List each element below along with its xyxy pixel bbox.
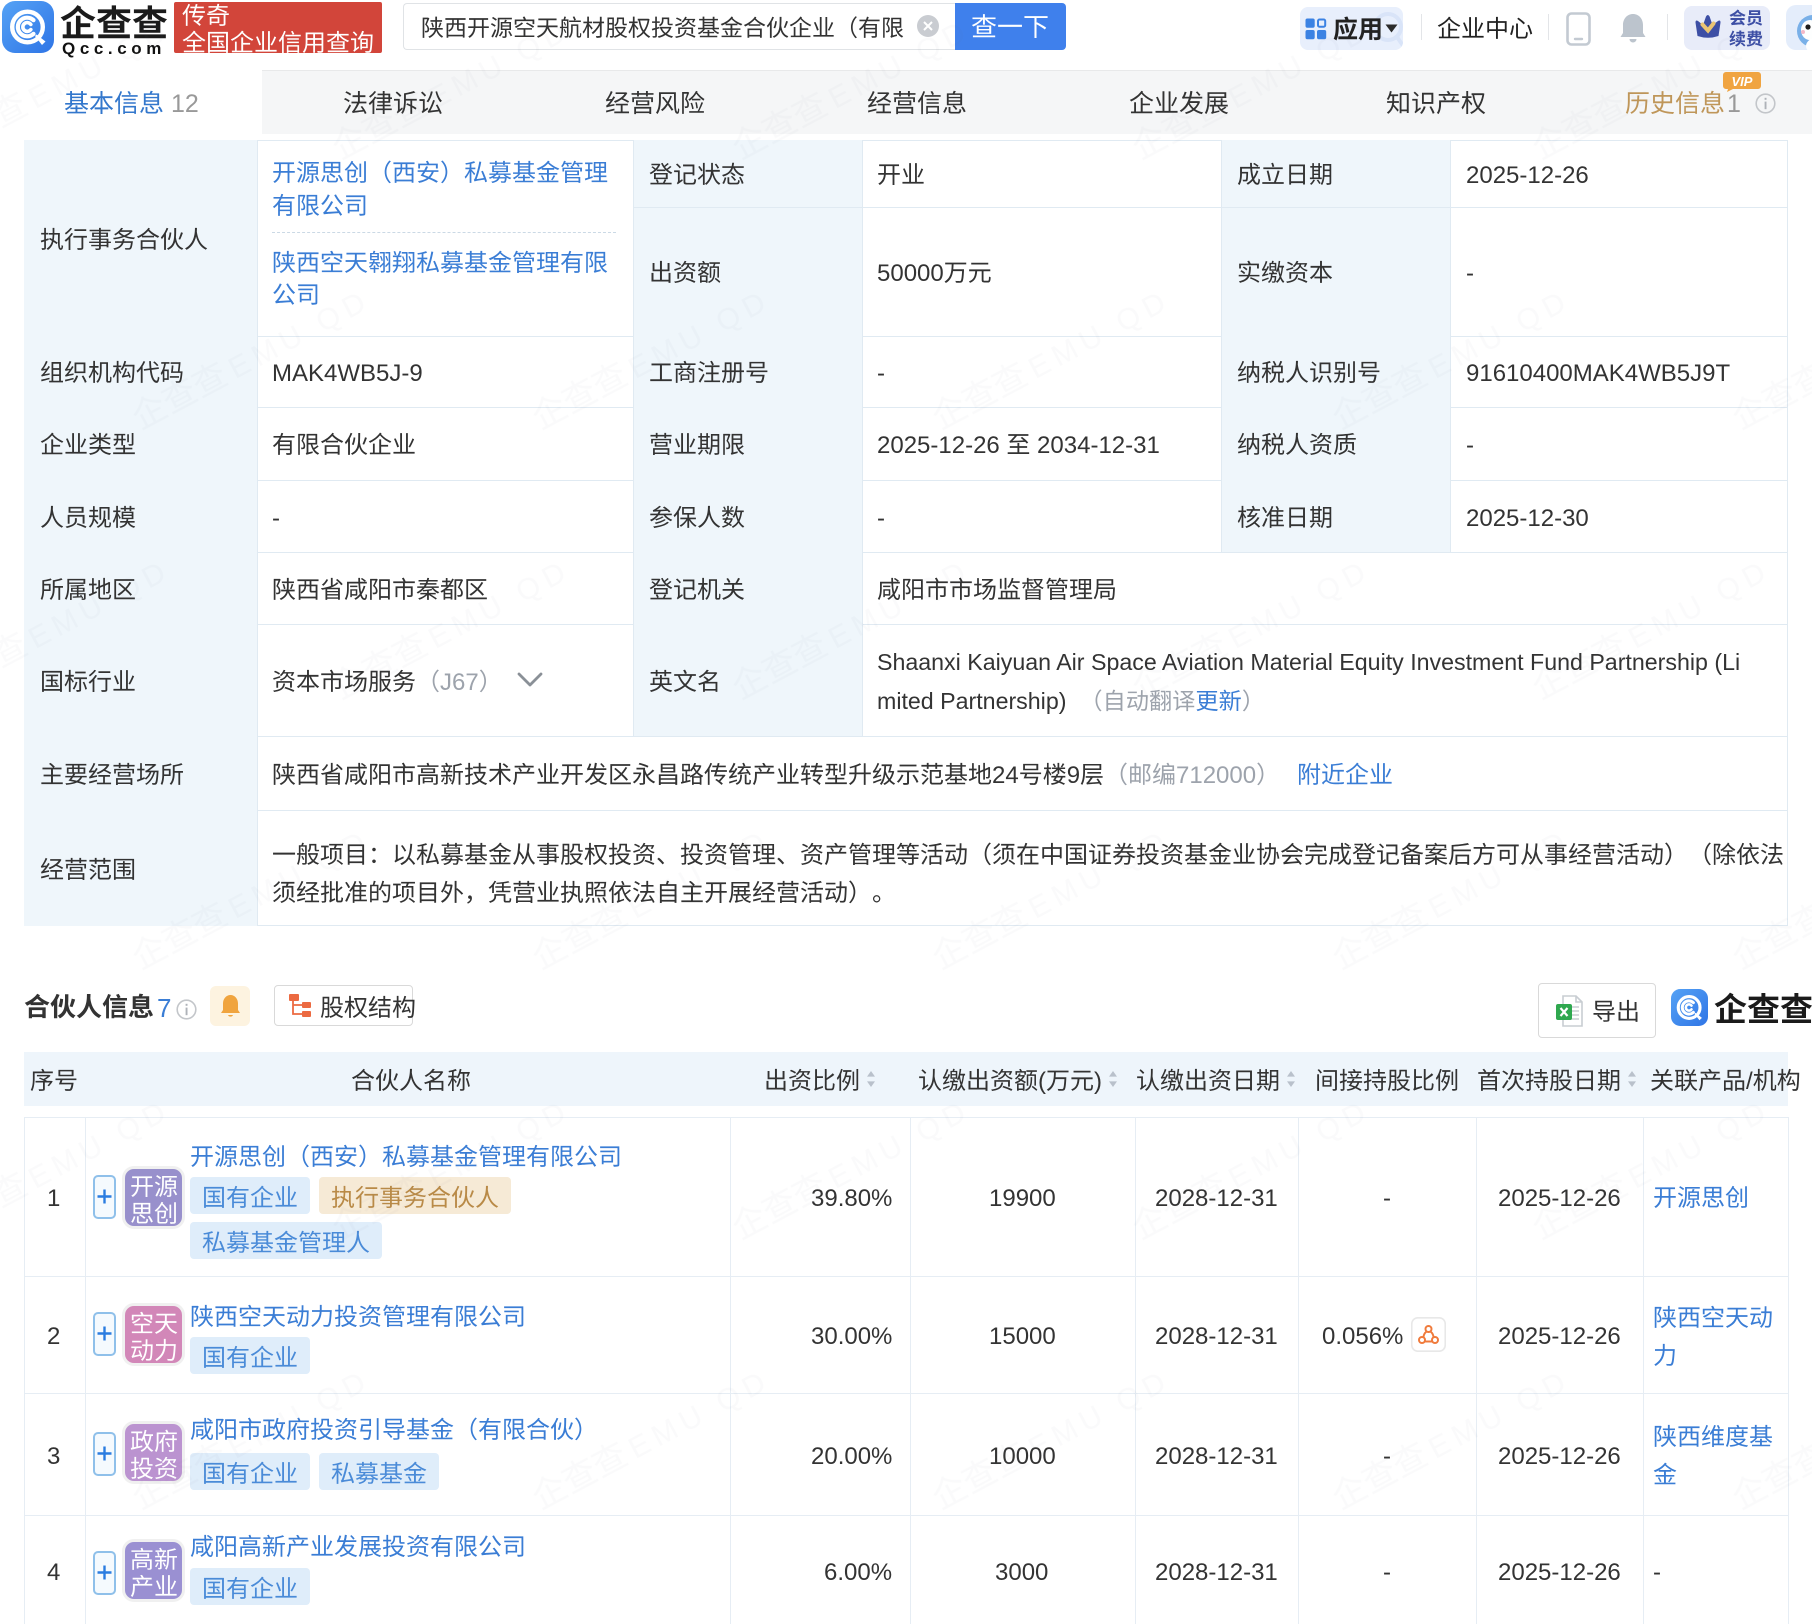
svg-text:EMU QD: EMU QD — [1023, 1363, 1176, 1465]
svg-text:19900: 19900 — [989, 1185, 1056, 1212]
svg-text:712000: 712000 — [1176, 762, 1256, 789]
svg-text:-: - — [1466, 432, 1474, 459]
svg-text:-: - — [877, 360, 885, 387]
svg-text:mited Partnership): mited Partnership) — [877, 688, 1066, 714]
svg-text:-: - — [877, 505, 885, 532]
svg-text:2025-12-26: 2025-12-26 — [1498, 1559, 1621, 1586]
svg-text:EMU QD: EMU QD — [223, 1363, 376, 1465]
svg-text:EMU QD: EMU QD — [1223, 1093, 1376, 1195]
svg-text:/: / — [1746, 1068, 1753, 1095]
svg-text:-: - — [272, 505, 280, 532]
svg-text:J67: J67 — [440, 669, 479, 696]
svg-text:9: 9 — [1067, 762, 1080, 789]
svg-text:2: 2 — [47, 1323, 60, 1350]
svg-text:3: 3 — [47, 1443, 60, 1470]
svg-text:15000: 15000 — [989, 1323, 1056, 1350]
svg-text:91610400MAK4WB5J9T: 91610400MAK4WB5J9T — [1466, 360, 1730, 387]
svg-text:2028-12-31: 2028-12-31 — [1155, 1323, 1278, 1350]
svg-text:EMU QD: EMU QD — [823, 1093, 976, 1195]
svg-text:-: - — [1466, 260, 1474, 287]
svg-text:20.00%: 20.00% — [811, 1443, 892, 1470]
svg-text:-: - — [1383, 1185, 1391, 1212]
svg-text:VIP: VIP — [1732, 74, 1753, 89]
svg-text:12: 12 — [164, 90, 199, 118]
svg-text:4: 4 — [47, 1559, 60, 1586]
svg-text:2025-12-26: 2025-12-26 — [1498, 1323, 1621, 1350]
svg-text:24: 24 — [992, 762, 1019, 789]
svg-text:MAK4WB5J-9: MAK4WB5J-9 — [272, 360, 423, 387]
svg-text:): ) — [1094, 1068, 1102, 1095]
svg-text:-: - — [1383, 1443, 1391, 1470]
svg-text:(: ( — [1038, 1068, 1046, 1095]
svg-text:2025-12-26: 2025-12-26 — [877, 432, 1006, 459]
svg-text:0.056%: 0.056% — [1322, 1323, 1403, 1350]
svg-text:30.00%: 30.00% — [811, 1323, 892, 1350]
svg-text:-: - — [1653, 1559, 1661, 1586]
svg-text:EMU QD: EMU QD — [1623, 1093, 1776, 1195]
svg-text:2028-12-31: 2028-12-31 — [1155, 1559, 1278, 1586]
svg-text:3000: 3000 — [995, 1559, 1048, 1586]
svg-text:2025-12-26: 2025-12-26 — [1498, 1443, 1621, 1470]
svg-text:2034-12-31: 2034-12-31 — [1030, 432, 1159, 459]
svg-text:2028-12-31: 2028-12-31 — [1155, 1443, 1278, 1470]
svg-text:50000: 50000 — [877, 260, 944, 287]
svg-text:-: - — [1383, 1559, 1391, 1586]
svg-text:6.00%: 6.00% — [824, 1559, 892, 1586]
svg-text:2025-12-26: 2025-12-26 — [1498, 1185, 1621, 1212]
svg-text:EMU QD: EMU QD — [623, 1363, 776, 1465]
svg-text:2025-12-30: 2025-12-30 — [1466, 505, 1589, 532]
svg-text:2025-12-26: 2025-12-26 — [1466, 162, 1589, 189]
